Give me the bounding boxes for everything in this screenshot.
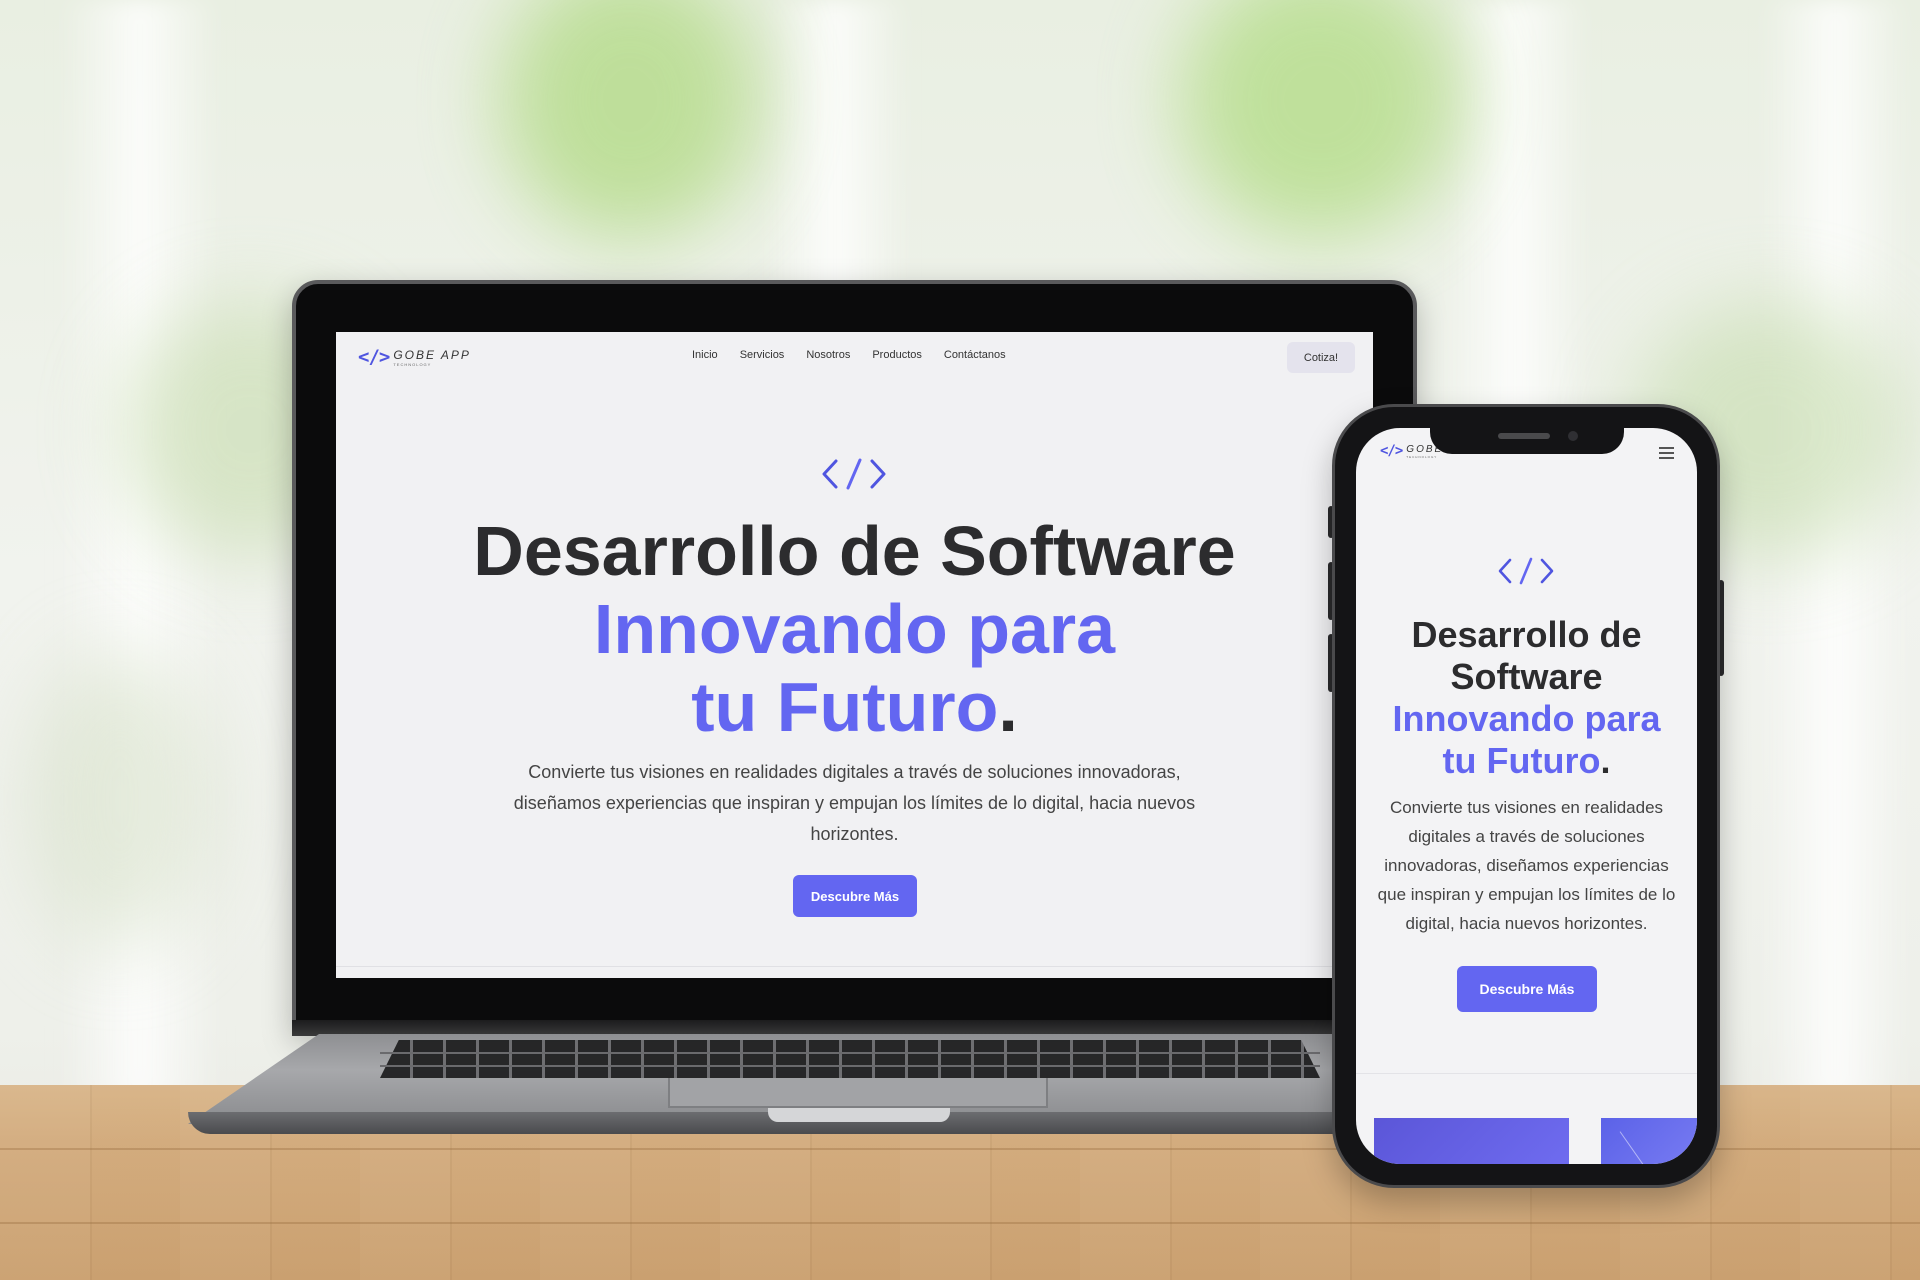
- hero-title-accent: Innovando para tu Futuro: [593, 590, 1116, 746]
- laptop-screen: </> GOBE APP TECHNOLOGY Inicio Servicios…: [336, 332, 1373, 978]
- code-brackets-icon: </>: [358, 346, 390, 368]
- desktop-nav-menu: Inicio Servicios Nosotros Productos Cont…: [692, 349, 1006, 361]
- quote-button[interactable]: Cotiza!: [1287, 342, 1355, 373]
- mobile-hero-title-period: .: [1600, 740, 1611, 781]
- desktop-navbar: </> GOBE APP TECHNOLOGY Inicio Servicios…: [336, 332, 1373, 380]
- hero-title-line1: Desarrollo de Software: [473, 512, 1236, 590]
- desktop-logo[interactable]: </> GOBE APP TECHNOLOGY: [358, 346, 471, 368]
- nav-item-contactanos[interactable]: Contáctanos: [944, 349, 1006, 361]
- discover-more-button[interactable]: Descubre Más: [793, 875, 917, 917]
- hero-title: Desarrollo de Software Innovando para tu…: [336, 512, 1373, 746]
- laptop-hinge: [292, 1020, 1417, 1036]
- mobile-section-divider: [1356, 1073, 1697, 1074]
- section-divider: [336, 966, 1373, 967]
- code-brackets-icon: </>: [1380, 443, 1403, 459]
- nav-item-productos[interactable]: Productos: [872, 349, 922, 361]
- mobile-discover-more-button[interactable]: Descubre Más: [1457, 966, 1597, 1012]
- brand-name: GOBE APP: [393, 347, 471, 362]
- hero-title-period: .: [998, 668, 1018, 746]
- code-brackets-icon: [1498, 557, 1554, 585]
- brand-tagline: TECHNOLOGY: [1406, 454, 1438, 459]
- mobile-hero-description: Convierte tus visiones en realidades dig…: [1377, 798, 1676, 933]
- laptop-keyboard: [380, 1040, 1320, 1078]
- phone-camera: [1568, 431, 1578, 441]
- mobile-feature-card: [1601, 1118, 1697, 1164]
- nav-item-inicio[interactable]: Inicio: [692, 349, 718, 361]
- nav-item-nosotros[interactable]: Nosotros: [806, 349, 850, 361]
- mobile-hero-title-line1: Desarrollo de Software: [1411, 614, 1642, 697]
- mobile-feature-card: [1374, 1118, 1569, 1164]
- mobile-hero-title-accent: Innovando para tu Futuro: [1392, 698, 1661, 781]
- phone-speaker: [1498, 433, 1550, 439]
- mobile-hero-title: Desarrollo de Software Innovando para tu…: [1356, 614, 1697, 782]
- code-brackets-icon: [822, 458, 886, 490]
- hamburger-menu-icon[interactable]: [1659, 447, 1674, 462]
- hero-description: Convierte tus visiones en realidades dig…: [513, 762, 1196, 844]
- nav-item-servicios[interactable]: Servicios: [740, 349, 785, 361]
- brand-tagline: TECHNOLOGY: [393, 361, 432, 367]
- laptop-lid-notch: [768, 1108, 950, 1122]
- laptop-trackpad: [668, 1078, 1048, 1108]
- phone-screen: </> GOBE APP TECHNOLOGY Desarrollo de So…: [1356, 428, 1697, 1164]
